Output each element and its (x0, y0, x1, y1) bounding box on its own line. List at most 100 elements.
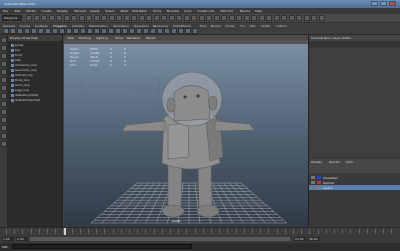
status-tool-icon[interactable] (101, 15, 107, 21)
toolbox-tool-icon[interactable] (1, 53, 7, 59)
menu-modify[interactable]: Modify (26, 9, 36, 13)
layer-color-swatch[interactable] (317, 186, 321, 189)
shelf-tool-icon[interactable] (192, 28, 198, 34)
shelf-tool-icon[interactable] (24, 28, 30, 34)
outliner-item[interactable]: defaultObjectSet (11, 98, 40, 103)
status-tool-icon[interactable] (281, 15, 287, 21)
shelf-tool-icon[interactable] (59, 28, 65, 34)
shelf-tool-icon[interactable] (122, 28, 128, 34)
status-tool-icon[interactable] (243, 15, 250, 21)
menu-file[interactable]: File (3, 9, 8, 13)
shelf-tab-fur[interactable]: Fur (240, 24, 245, 28)
shelf-tab-toon[interactable]: Toon (200, 24, 207, 28)
status-tool-icon[interactable] (153, 15, 160, 21)
time-slider[interactable] (0, 227, 400, 236)
shelf-tool-icon[interactable] (87, 28, 93, 34)
toolbox-tool-icon[interactable] (1, 93, 7, 99)
shelf-tool-icon[interactable] (17, 28, 23, 34)
status-tool-icon[interactable] (191, 15, 197, 21)
status-tool-icon[interactable] (146, 15, 152, 21)
shelf-tool-icon[interactable] (45, 28, 51, 34)
status-tool-icon[interactable] (311, 15, 317, 21)
shelf-tool-icon[interactable] (3, 28, 9, 34)
toolbox-tool-icon[interactable] (1, 61, 7, 67)
menu-display[interactable]: Display (57, 9, 68, 13)
status-tool-icon[interactable] (41, 15, 47, 21)
menuset-selector[interactable]: Polygons (2, 15, 22, 21)
range-slider-bar[interactable] (30, 237, 290, 241)
layer-tab-display[interactable]: Display (311, 160, 322, 164)
menu-select[interactable]: Select (105, 9, 114, 13)
shelf-tool-icon[interactable] (150, 28, 156, 34)
shelf-tab-muscle[interactable]: Muscle (211, 24, 221, 28)
menu-normals[interactable]: Normals (167, 9, 179, 13)
toolbox-tool-icon[interactable] (1, 101, 7, 107)
layer-tab-render[interactable]: Render (329, 160, 340, 164)
perspective-viewport[interactable]: View Shading Lighting Show Renderer Panels Ve… (64, 35, 308, 227)
shelf-tool-icon[interactable] (52, 28, 58, 34)
menu-edit[interactable]: Edit (15, 9, 21, 13)
status-tool-icon[interactable] (221, 15, 227, 21)
maximize-button[interactable] (380, 1, 387, 6)
toolbox-tool-icon[interactable] (1, 141, 7, 147)
shelf-tool-icon[interactable] (115, 28, 121, 34)
status-tool-icon[interactable] (228, 15, 235, 21)
status-tool-icon[interactable] (48, 15, 55, 21)
toolbox-tool-icon[interactable] (1, 37, 7, 43)
shelf-tool-icon[interactable] (73, 28, 79, 34)
shelf-tool-icon[interactable] (80, 28, 86, 34)
menu-proxy[interactable]: Proxy (153, 9, 161, 13)
toolbox-tool-icon[interactable] (1, 125, 7, 131)
shelf-tab-ncloth[interactable]: nCloth (261, 24, 271, 28)
menu-help[interactable]: Help (255, 9, 262, 13)
status-tool-icon[interactable] (93, 15, 100, 21)
status-tool-icon[interactable] (78, 15, 85, 21)
status-tool-icon[interactable] (206, 15, 212, 21)
shelf-tool-icon[interactable] (31, 28, 37, 34)
shelf-tool-icon[interactable] (157, 28, 163, 34)
layer-visibility-toggle[interactable] (311, 181, 315, 184)
status-tool-icon[interactable] (63, 15, 70, 21)
layer-color-swatch[interactable] (317, 181, 321, 184)
shelf-tool-icon[interactable] (38, 28, 44, 34)
shelf-tool-icon[interactable] (171, 28, 177, 34)
close-button[interactable] (389, 1, 396, 6)
menu-edit-uvs[interactable]: Edit UVs (221, 9, 234, 13)
shelf-tool-icon[interactable] (108, 28, 114, 34)
shelf-tab-hair[interactable]: Hair (250, 24, 256, 28)
command-input[interactable] (12, 244, 192, 249)
menu-create-uvs[interactable]: Create UVs (198, 9, 215, 13)
status-tool-icon[interactable] (318, 15, 325, 21)
status-tool-icon[interactable] (251, 15, 257, 21)
minimize-button[interactable] (371, 1, 378, 6)
menu-edit-mesh[interactable]: Edit Mesh (132, 9, 147, 13)
layer-visibility-toggle[interactable] (311, 186, 315, 189)
menu-mesh[interactable]: Mesh (121, 9, 129, 13)
layer-tab-anim[interactable]: Anim (346, 160, 354, 164)
status-tool-icon[interactable] (183, 15, 190, 21)
toolbox-tool-icon[interactable] (1, 109, 7, 115)
status-tool-icon[interactable] (258, 15, 265, 21)
shelf-tool-icon[interactable] (185, 28, 191, 34)
status-tool-icon[interactable] (213, 15, 220, 21)
status-tool-icon[interactable] (123, 15, 130, 21)
shelf-tool-icon[interactable] (129, 28, 135, 34)
layer-visibility-toggle[interactable] (311, 176, 315, 179)
status-tool-icon[interactable] (198, 15, 205, 21)
status-tool-icon[interactable] (138, 15, 145, 21)
status-tool-icon[interactable] (33, 15, 40, 21)
shelf-tab-custom[interactable]: Custom (276, 24, 288, 28)
layer-color-swatch[interactable] (317, 176, 321, 179)
status-tool-icon[interactable] (116, 15, 122, 21)
playback-end-field[interactable]: 24.00 (294, 237, 306, 241)
playback-start-field[interactable]: 1.00 (16, 237, 28, 241)
shelf-tool-icon[interactable] (136, 28, 142, 34)
status-tool-icon[interactable] (86, 15, 92, 21)
shelf-tool-icon[interactable] (94, 28, 100, 34)
start-time-field[interactable]: 1.00 (2, 237, 14, 241)
status-tool-icon[interactable] (266, 15, 272, 21)
status-tool-icon[interactable] (161, 15, 167, 21)
status-tool-icon[interactable] (236, 15, 242, 21)
status-tool-icon[interactable] (168, 15, 175, 21)
shelf-tool-icon[interactable] (164, 28, 170, 34)
